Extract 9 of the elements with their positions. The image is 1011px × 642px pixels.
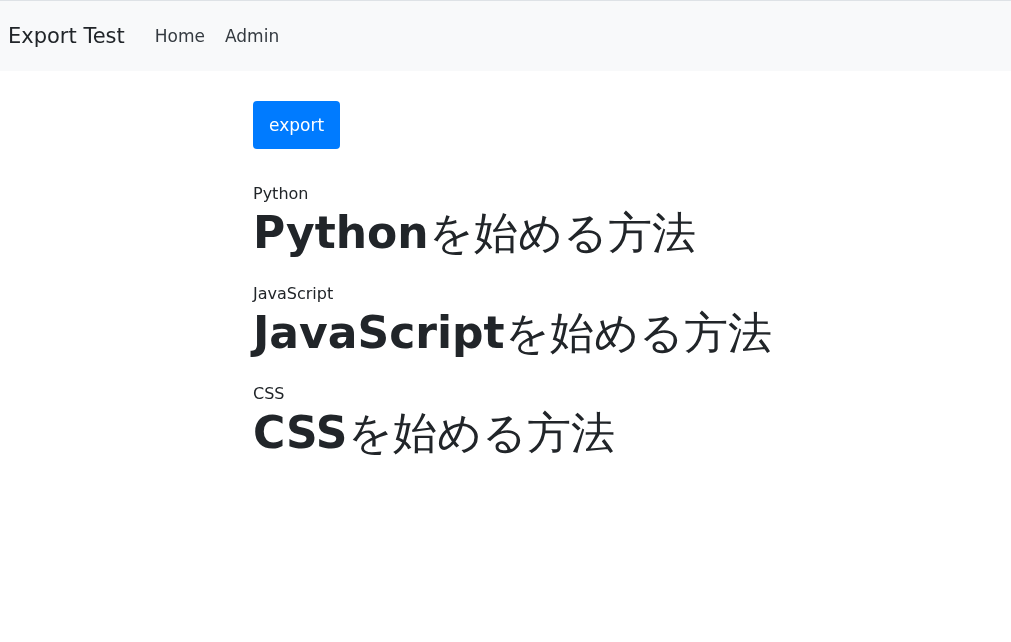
export-button[interactable]: export <box>253 101 341 149</box>
brand-link[interactable]: Export Test <box>8 24 125 48</box>
category-label: JavaScript <box>253 283 335 305</box>
article-title: Pythonを始める方法 <box>253 206 697 260</box>
category-label: Python <box>253 183 310 205</box>
category-label: CSS <box>253 383 286 405</box>
nav-link[interactable]: Admin <box>225 26 280 46</box>
nav-link[interactable]: Home <box>154 26 205 46</box>
article-title: CSSを始める方法 <box>253 406 616 460</box>
